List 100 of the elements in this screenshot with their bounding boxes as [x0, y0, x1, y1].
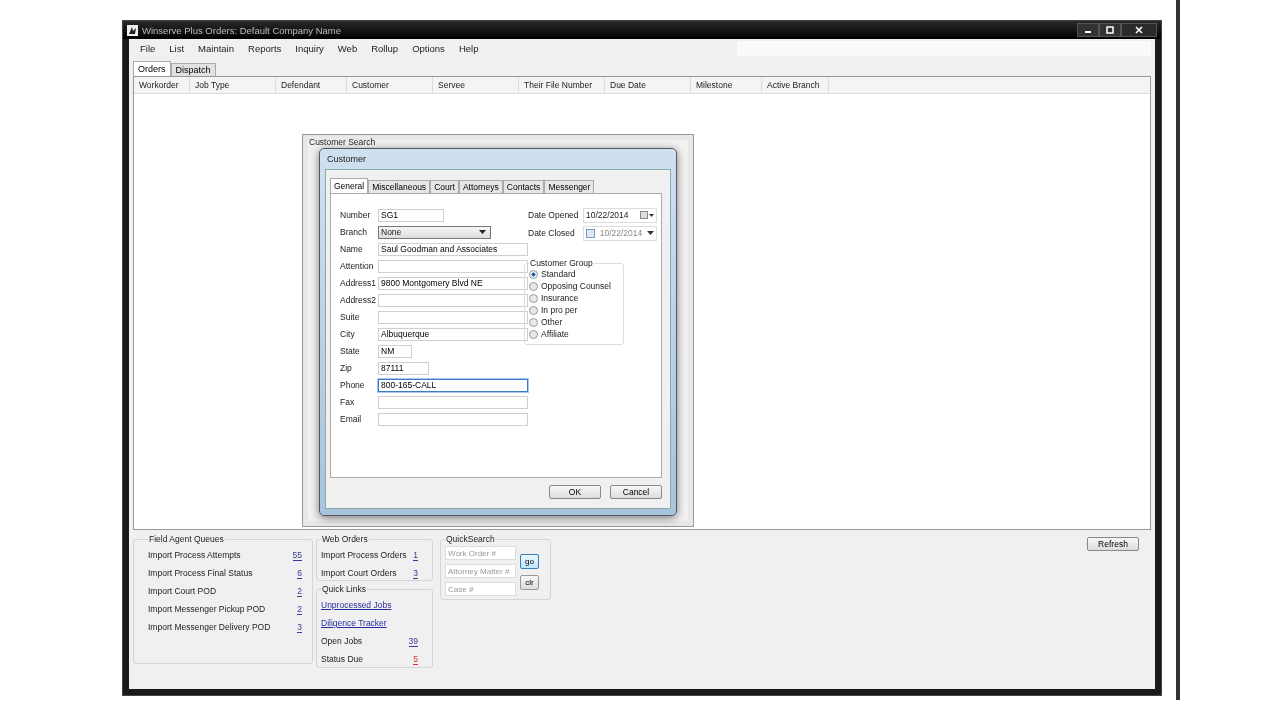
tab[interactable]: Contacts — [502, 180, 545, 193]
input-field[interactable]: Albuquerque — [378, 327, 528, 341]
column-header[interactable]: Due Date — [605, 77, 691, 93]
count-link[interactable]: 2 — [297, 585, 302, 597]
count-link[interactable]: 6 — [297, 567, 302, 579]
stat-label: Status Due — [321, 654, 364, 664]
input-field[interactable]: 9800 Montgomery Blvd NE — [378, 276, 528, 290]
dialog-button[interactable]: OK — [549, 485, 601, 499]
search-button[interactable]: clr — [520, 575, 539, 590]
menu-item[interactable]: List — [162, 43, 192, 54]
input-field[interactable]: SG1 — [378, 208, 444, 222]
maximize-button[interactable] — [1099, 23, 1121, 37]
column-header[interactable]: Milestone — [691, 77, 762, 93]
input-field[interactable] — [378, 310, 528, 324]
column-header[interactable]: Job Type — [190, 77, 276, 93]
date-picker[interactable]: 10/22/2014 — [583, 225, 657, 241]
input-field[interactable]: 800-165-CALL — [378, 378, 528, 392]
tab[interactable]: Court — [430, 180, 459, 193]
input-field[interactable]: NM — [378, 344, 412, 358]
column-header[interactable]: Defendant — [276, 77, 347, 93]
input-field[interactable] — [378, 259, 528, 273]
input-field[interactable] — [378, 293, 528, 307]
radio-button[interactable] — [529, 317, 538, 327]
field-label: Date Opened — [528, 210, 580, 220]
field-label: Attention — [340, 261, 375, 271]
search-field[interactable]: Case # — [445, 582, 516, 596]
count-link[interactable]: 1 — [413, 549, 418, 561]
minimize-button[interactable] — [1077, 23, 1099, 37]
input-field[interactable]: 87111 — [378, 361, 429, 375]
menu-item[interactable]: Help — [451, 43, 486, 54]
menu-item[interactable]: Rollup — [364, 43, 406, 54]
column-header[interactable]: Servee — [433, 77, 519, 93]
field-label: Branch — [340, 227, 368, 237]
refresh-button[interactable]: Refresh — [1087, 537, 1139, 551]
column-header[interactable]: Customer — [347, 77, 433, 93]
radio-option[interactable]: Insurance — [529, 292, 619, 304]
column-header[interactable]: Active Branch — [762, 77, 829, 93]
queue-label: Import Process Orders — [321, 550, 407, 560]
field-label: Address2 — [340, 295, 377, 305]
input-field[interactable] — [378, 395, 528, 409]
column-header[interactable]: Their File Number — [519, 77, 605, 93]
radio-option[interactable]: Standard — [529, 268, 619, 280]
queue-label: Import Process Attempts — [148, 550, 241, 560]
field-label: Email — [340, 414, 363, 424]
radio-button[interactable] — [529, 293, 538, 303]
search-field[interactable]: Attorney Matter # — [445, 564, 516, 578]
tab[interactable]: Miscellaneous — [368, 180, 431, 193]
count-link[interactable]: 55 — [292, 549, 302, 561]
group-title: Customer Group — [529, 258, 594, 268]
tab[interactable]: Attorneys — [458, 180, 503, 193]
menu-item[interactable]: Maintain — [191, 43, 242, 54]
tab[interactable]: Dispatch — [170, 63, 216, 76]
radio-option[interactable]: Affiliate — [529, 328, 619, 340]
menu-item[interactable]: Reports — [241, 43, 289, 54]
search-field[interactable]: Work Order # — [445, 546, 516, 560]
tab[interactable]: Messenger — [544, 180, 595, 193]
quick-link[interactable]: Unprocessed Jobs — [321, 600, 392, 610]
menu-item[interactable]: Web — [330, 43, 365, 54]
radio-button[interactable] — [529, 281, 538, 291]
input-field[interactable] — [378, 412, 528, 426]
search-button[interactable]: go — [520, 554, 539, 569]
tab[interactable]: Orders — [133, 61, 171, 76]
quick-link[interactable]: Diligence Tracker — [321, 618, 387, 628]
calendar-icon — [640, 211, 654, 219]
radio-option[interactable]: Other — [529, 316, 619, 328]
group-title: Web Orders — [321, 534, 369, 544]
window-title: Winserve Plus Orders: Default Company Name — [142, 24, 342, 36]
radio-button[interactable] — [529, 269, 538, 279]
count-link[interactable]: 3 — [413, 567, 418, 579]
radio-option[interactable]: In pro per — [529, 304, 619, 316]
count-link[interactable]: 2 — [297, 603, 302, 615]
field-label: Suite — [340, 312, 361, 322]
menu-item[interactable]: Options — [405, 43, 452, 54]
tab[interactable]: General — [330, 178, 369, 193]
radio-option[interactable]: Opposing Counsel — [529, 280, 619, 292]
count-link[interactable]: 3 — [297, 621, 302, 633]
radio-button[interactable] — [529, 305, 538, 315]
close-button[interactable] — [1121, 23, 1157, 37]
checkbox[interactable] — [586, 228, 595, 238]
column-header[interactable]: Workorder — [134, 77, 190, 93]
queue-label: Import Messenger Pickup POD — [148, 604, 266, 614]
queue-label: Import Process Final Status — [148, 568, 253, 578]
radio-button[interactable] — [529, 329, 538, 339]
field-label: Zip — [340, 363, 353, 373]
input-field[interactable]: Saul Goodman and Associates — [378, 242, 528, 256]
dialog-button[interactable]: Cancel — [610, 485, 662, 499]
stat-label: Open Jobs — [321, 636, 363, 646]
caret-icon — [479, 230, 486, 234]
group-title: Field Agent Queues — [148, 534, 225, 544]
field-label: Name — [340, 244, 364, 254]
branch-dropdown[interactable]: None — [378, 225, 491, 239]
count-link[interactable]: 39 — [408, 635, 418, 647]
window-title: Customer Search — [309, 137, 376, 147]
menu-item[interactable]: File — [133, 43, 163, 54]
menu-item[interactable]: Inquiry — [288, 43, 331, 54]
date-picker[interactable]: 10/22/2014 — [583, 207, 657, 223]
dialog-title: Customer — [326, 153, 367, 166]
queue-label: Import Court POD — [148, 586, 217, 596]
count-link[interactable]: 5 — [413, 653, 418, 665]
field-label: Phone — [340, 380, 366, 390]
